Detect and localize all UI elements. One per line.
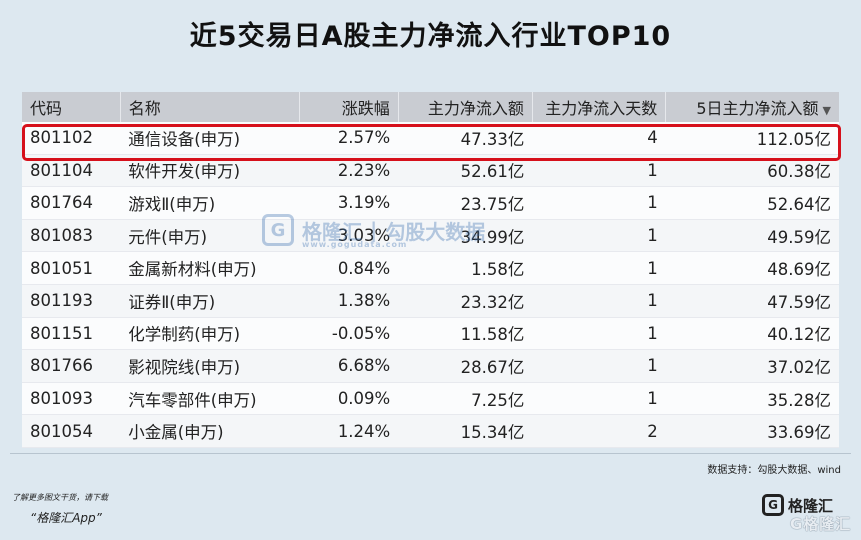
table-row[interactable]: 801051 金属新材料(申万) 0.84% 1.58亿 1 48.69亿 <box>22 251 839 285</box>
table-header-row: 代码 名称 涨跌幅 主力净流入额 主力净流入天数 5日主力净流入额 ▼ <box>22 92 839 122</box>
industry-flow-table: 代码 名称 涨跌幅 主力净流入额 主力净流入天数 5日主力净流入额 ▼ 80110… <box>22 92 839 448</box>
brand-watermark: G格隆汇 <box>790 515 852 533</box>
cell-code: 801083 <box>22 219 121 253</box>
cell-net-inflow: 23.32亿 <box>398 284 533 318</box>
cell-5day-inflow: 33.69亿 <box>665 414 839 448</box>
cell-inflow-days: 1 <box>532 349 666 383</box>
cell-name: 化学制药(申万) <box>120 317 300 351</box>
cell-change: 0.84% <box>299 251 399 285</box>
cell-5day-inflow: 112.05亿 <box>665 122 839 155</box>
cell-net-inflow: 23.75亿 <box>398 186 533 220</box>
footer-divider <box>10 453 851 454</box>
cell-5day-inflow: 48.69亿 <box>665 251 839 285</box>
cell-name: 软件开发(申万) <box>120 154 300 188</box>
cell-change: 3.03% <box>299 219 399 253</box>
cell-net-inflow: 11.58亿 <box>398 317 533 351</box>
cell-5day-inflow: 60.38亿 <box>665 154 839 188</box>
table-row[interactable]: 801151 化学制药(申万) -0.05% 11.58亿 1 40.12亿 <box>22 317 839 351</box>
column-header-5day-inflow-label: 5日主力净流入额 <box>696 99 819 118</box>
cell-change: 3.19% <box>299 186 399 220</box>
cell-name: 元件(申万) <box>120 219 300 253</box>
cell-code: 801051 <box>22 251 121 285</box>
column-header-change[interactable]: 涨跌幅 <box>299 92 399 122</box>
cell-inflow-days: 4 <box>532 122 666 155</box>
cell-inflow-days: 1 <box>532 284 666 318</box>
cell-5day-inflow: 47.59亿 <box>665 284 839 318</box>
cell-inflow-days: 1 <box>532 219 666 253</box>
cell-5day-inflow: 40.12亿 <box>665 317 839 351</box>
cell-code: 801102 <box>22 122 121 155</box>
app-promo-line1: 了解更多图文干货，请下载 <box>12 493 108 502</box>
cell-net-inflow: 34.99亿 <box>398 219 533 253</box>
cell-5day-inflow: 49.59亿 <box>665 219 839 253</box>
app-promo-line2: “格隆汇App” <box>30 511 102 525</box>
sort-desc-icon[interactable]: ▼ <box>823 104 831 117</box>
cell-5day-inflow: 37.02亿 <box>665 349 839 383</box>
cell-net-inflow: 1.58亿 <box>398 251 533 285</box>
cell-name: 金属新材料(申万) <box>120 251 300 285</box>
cell-net-inflow: 52.61亿 <box>398 154 533 188</box>
cell-name: 游戏Ⅱ(申万) <box>120 186 300 220</box>
table-row[interactable]: 801102 通信设备(申万) 2.57% 47.33亿 4 112.05亿 <box>22 122 839 155</box>
column-header-inflow-days[interactable]: 主力净流入天数 <box>532 92 667 122</box>
gelonghui-brand-icon: G <box>762 494 784 516</box>
cell-inflow-days: 1 <box>532 251 666 285</box>
column-header-code[interactable]: 代码 <box>22 92 121 122</box>
cell-code: 801104 <box>22 154 121 188</box>
cell-change: 2.57% <box>299 122 399 155</box>
data-source-note: 数据支持：勾股大数据、wind <box>707 465 841 476</box>
column-header-name[interactable]: 名称 <box>120 92 301 122</box>
cell-name: 汽车零部件(申万) <box>120 382 300 416</box>
table-row[interactable]: 801104 软件开发(申万) 2.23% 52.61亿 1 60.38亿 <box>22 154 839 188</box>
table-row[interactable]: 801054 小金属(申万) 1.24% 15.34亿 2 33.69亿 <box>22 414 839 448</box>
cell-code: 801193 <box>22 284 121 318</box>
cell-change: 0.09% <box>299 382 399 416</box>
cell-inflow-days: 2 <box>532 414 666 448</box>
cell-5day-inflow: 35.28亿 <box>665 382 839 416</box>
cell-inflow-days: 1 <box>532 317 666 351</box>
cell-name: 通信设备(申万) <box>120 122 300 155</box>
column-header-5day-inflow[interactable]: 5日主力净流入额 ▼ <box>665 92 839 122</box>
cell-name: 证券Ⅱ(申万) <box>120 284 300 318</box>
column-header-net-inflow[interactable]: 主力净流入额 <box>398 92 533 122</box>
cell-code: 801764 <box>22 186 121 220</box>
table-row[interactable]: 801083 元件(申万) 3.03% 34.99亿 1 49.59亿 <box>22 219 839 253</box>
cell-net-inflow: 47.33亿 <box>398 122 533 155</box>
cell-net-inflow: 7.25亿 <box>398 382 533 416</box>
cell-net-inflow: 28.67亿 <box>398 349 533 383</box>
page-title: 近5交易日A股主力净流入行业TOP10 <box>189 21 672 52</box>
cell-5day-inflow: 52.64亿 <box>665 186 839 220</box>
table-row[interactable]: 801093 汽车零部件(申万) 0.09% 7.25亿 1 35.28亿 <box>22 382 839 416</box>
cell-name: 影视院线(申万) <box>120 349 300 383</box>
cell-code: 801054 <box>22 414 121 448</box>
cell-change: 2.23% <box>299 154 399 188</box>
cell-code: 801151 <box>22 317 121 351</box>
cell-change: 1.38% <box>299 284 399 318</box>
cell-change: 1.24% <box>299 414 399 448</box>
cell-code: 801766 <box>22 349 121 383</box>
cell-net-inflow: 15.34亿 <box>398 414 533 448</box>
table-row[interactable]: 801764 游戏Ⅱ(申万) 3.19% 23.75亿 1 52.64亿 <box>22 186 839 220</box>
cell-inflow-days: 1 <box>532 382 666 416</box>
cell-inflow-days: 1 <box>532 186 666 220</box>
cell-inflow-days: 1 <box>532 154 666 188</box>
cell-name: 小金属(申万) <box>120 414 300 448</box>
cell-change: -0.05% <box>299 317 399 351</box>
cell-change: 6.68% <box>299 349 399 383</box>
table-row[interactable]: 801193 证券Ⅱ(申万) 1.38% 23.32亿 1 47.59亿 <box>22 284 839 318</box>
table-row[interactable]: 801766 影视院线(申万) 6.68% 28.67亿 1 37.02亿 <box>22 349 839 383</box>
cell-code: 801093 <box>22 382 121 416</box>
